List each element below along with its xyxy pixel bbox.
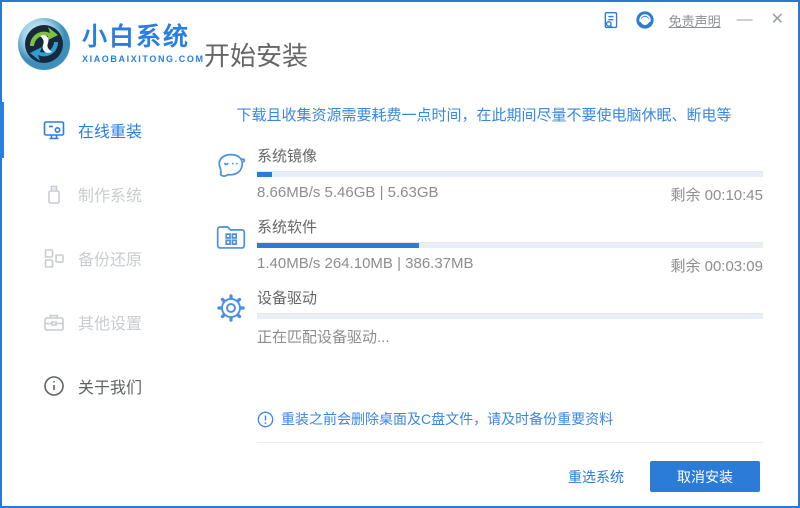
main-area: 在线重装 制作系统 备份还原 其他设置 关于我们 下载且收集资源需要耗费一点时间… — [0, 90, 798, 446]
sidebar-item-label: 备份还原 — [78, 252, 143, 269]
task-status: 正在匹配设备驱动... — [257, 329, 390, 346]
install-progress-panel: 下载且收集资源需要耗费一点时间，在此期间尽量不要使电脑休眠、断电等 系统镜像 8… — [195, 90, 798, 446]
sidebar-item-online-reinstall[interactable]: 在线重装 — [0, 98, 195, 162]
usb-drive-icon — [42, 182, 66, 206]
header: 小白系统 XIAOBAIXITONG.COM 开始安装 免责声明 — ✕ — [2, 2, 798, 90]
close-button[interactable]: ✕ — [769, 10, 786, 30]
task-title: 系统软件 — [257, 216, 763, 243]
sidebar-item-make-system[interactable]: 制作系统 — [2, 162, 195, 226]
progress-bar-device-driver — [257, 314, 763, 319]
log-document-icon[interactable] — [601, 10, 621, 30]
task-remaining: 剩余 00:10:45 — [670, 187, 763, 204]
alert-circle-icon — [257, 411, 274, 427]
reselect-system-button[interactable]: 重选系统 — [568, 467, 624, 487]
backup-notice: 重装之前会删除桌面及C盘文件，请及时备份重要资料 — [257, 409, 763, 443]
app-logo-icon — [18, 18, 70, 70]
minimize-button[interactable]: — — [735, 10, 755, 30]
progress-bar-system-image — [257, 172, 763, 177]
sidebar-item-other-settings[interactable]: 其他设置 — [2, 290, 195, 354]
backup-blocks-icon — [42, 246, 66, 270]
footer-actions: 重选系统 取消安装 — [568, 461, 760, 492]
warning-text: 下载且收集资源需要耗费一点时间，在此期间尽量不要使电脑休眠、断电等 — [236, 107, 732, 124]
task-stats: 1.40MB/s 264.10MB | 386.37MB — [257, 255, 474, 272]
task-remaining: 剩余 00:03:09 — [670, 258, 763, 275]
task-row-system-software: 系统软件 1.40MB/s 264.10MB | 386.37MB 剩余 00:… — [205, 216, 763, 276]
installer-window: { "colors": { "accent": "#2a7cd8", "prog… — [0, 0, 800, 508]
software-folder-icon — [205, 216, 257, 276]
mascot-face-icon — [205, 145, 257, 205]
brand-title: 小白系统 — [82, 22, 191, 51]
sidebar-item-backup-restore[interactable]: 备份还原 — [2, 226, 195, 290]
sidebar-item-label: 制作系统 — [78, 188, 143, 205]
brand-subtitle: XIAOBAIXITONG.COM — [82, 54, 205, 65]
brand-logo-block: 小白系统 XIAOBAIXITONG.COM — [2, 2, 203, 72]
progress-fill — [257, 243, 419, 248]
customer-service-icon[interactable] — [635, 10, 655, 30]
gear-icon — [205, 287, 257, 347]
titlebar-controls: 免责声明 — ✕ — [601, 10, 786, 30]
sidebar: 在线重装 制作系统 备份还原 其他设置 关于我们 — [0, 90, 195, 446]
task-row-device-driver: 设备驱动 正在匹配设备驱动... — [205, 287, 763, 347]
sidebar-item-label: 其他设置 — [78, 316, 143, 333]
sidebar-item-label: 在线重装 — [78, 124, 143, 141]
progress-bar-system-software — [257, 243, 763, 248]
progress-fill — [257, 172, 273, 177]
cancel-install-button[interactable]: 取消安装 — [650, 461, 760, 492]
info-circle-icon — [42, 374, 66, 398]
monitor-reinstall-icon — [42, 118, 66, 142]
notice-text: 重装之前会删除桌面及C盘文件，请及时备份重要资料 — [281, 411, 614, 427]
disclaimer-link[interactable]: 免责声明 — [669, 11, 721, 30]
page-title: 开始安装 — [204, 41, 309, 71]
toolbox-icon — [42, 310, 66, 334]
sidebar-item-label: 关于我们 — [78, 380, 143, 397]
task-title: 设备驱动 — [257, 287, 763, 314]
task-stats: 8.66MB/s 5.46GB | 5.63GB — [257, 184, 439, 201]
task-title: 系统镜像 — [257, 145, 763, 172]
task-row-system-image: 系统镜像 8.66MB/s 5.46GB | 5.63GB 剩余 00:10:4… — [205, 145, 763, 205]
sidebar-item-about-us[interactable]: 关于我们 — [2, 354, 195, 418]
